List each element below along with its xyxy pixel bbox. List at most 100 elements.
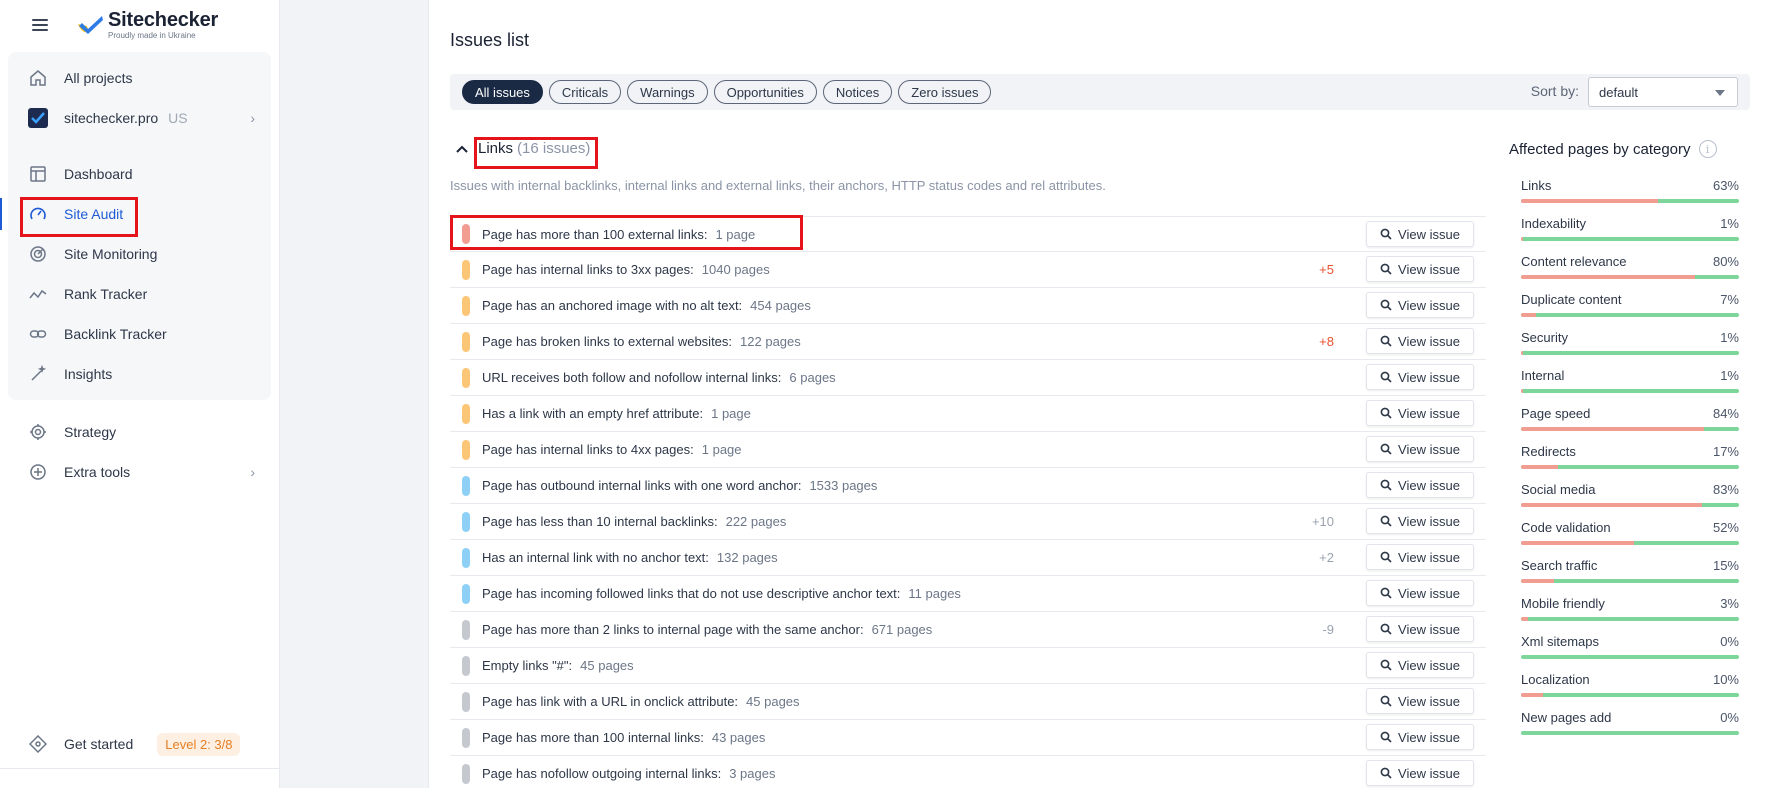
affected-progress-fill [1521, 693, 1543, 697]
affected-category-item[interactable]: Page speed 84% [1521, 406, 1739, 444]
issue-page-count[interactable]: 3 pages [729, 766, 775, 781]
filter-all-issues[interactable]: All issues [462, 80, 543, 104]
view-issue-button[interactable]: View issue [1366, 328, 1474, 354]
issue-page-count[interactable]: 454 pages [750, 298, 811, 313]
affected-category-item[interactable]: Duplicate content 7% [1521, 292, 1739, 330]
issue-row[interactable]: Page has an anchored image with no alt t… [450, 288, 1486, 324]
issue-row[interactable]: Page has internal links to 3xx pages: 104… [450, 252, 1486, 288]
issue-row[interactable]: Page has outbound internal links with on… [450, 468, 1486, 504]
affected-category-item[interactable]: Indexability 1% [1521, 216, 1739, 254]
sidebar-item-site-monitoring[interactable]: Site Monitoring [8, 234, 271, 274]
sidebar-item-label: Dashboard [64, 166, 133, 182]
filter-opportunities[interactable]: Opportunities [713, 80, 817, 104]
issue-row[interactable]: Has an internal link with no anchor text… [450, 540, 1486, 576]
affected-progress-bar [1521, 389, 1739, 393]
get-started-button[interactable]: Get started Level 2: 3/8 [8, 724, 272, 764]
view-issue-button[interactable]: View issue [1366, 472, 1474, 498]
view-issue-label: View issue [1398, 297, 1460, 313]
site-favicon-icon [28, 108, 48, 128]
sidebar-item-extra-tools[interactable]: Extra tools › [8, 452, 271, 492]
affected-category-item[interactable]: Code validation 52% [1521, 520, 1739, 558]
affected-category-item[interactable]: Localization 10% [1521, 672, 1739, 710]
view-issue-button[interactable]: View issue [1366, 616, 1474, 642]
view-issue-button[interactable]: View issue [1366, 688, 1474, 714]
view-issue-button[interactable]: View issue [1366, 508, 1474, 534]
affected-category-item[interactable]: Security 1% [1521, 330, 1739, 368]
sidebar-item-backlink-tracker[interactable]: Backlink Tracker [8, 314, 271, 354]
issue-row[interactable]: Page has internal links to 4xx pages: 1 p… [450, 432, 1486, 468]
sidebar-item-all-projects[interactable]: All projects [8, 58, 271, 98]
filter-warnings[interactable]: Warnings [627, 80, 708, 104]
issue-page-count[interactable]: 45 pages [580, 658, 634, 673]
view-issue-button[interactable]: View issue [1366, 580, 1474, 606]
filter-zero-issues[interactable]: Zero issues [898, 80, 992, 104]
issue-row[interactable]: Page has broken links to external websit… [450, 324, 1486, 360]
sidebar-item-site-audit[interactable]: Site Audit [0, 194, 271, 234]
affected-category-percent: 3% [1720, 596, 1739, 611]
sidebar-item-rank-tracker[interactable]: Rank Tracker [8, 274, 271, 314]
affected-category-item[interactable]: Mobile friendly 3% [1521, 596, 1739, 634]
issue-page-count[interactable]: 1533 pages [809, 478, 877, 493]
filter-notices[interactable]: Notices [822, 80, 893, 104]
view-issue-button[interactable]: View issue [1366, 292, 1474, 318]
filter-bar: All issues Criticals Warnings Opportunit… [450, 74, 1750, 110]
affected-category-item[interactable]: Social media 83% [1521, 482, 1739, 520]
issue-page-count[interactable]: 1 page [702, 442, 742, 457]
affected-category-item[interactable]: Internal 1% [1521, 368, 1739, 406]
issue-page-count[interactable]: 671 pages [872, 622, 933, 637]
affected-category-item[interactable]: Search traffic 15% [1521, 558, 1739, 596]
issue-page-count[interactable]: 11 pages [908, 586, 961, 601]
sidebar-item-insights[interactable]: Insights [8, 354, 271, 394]
view-issue-button[interactable]: View issue [1366, 724, 1474, 750]
sidebar-item-project-site[interactable]: sitechecker.pro US › [8, 98, 271, 138]
issue-row[interactable]: Page has more than 100 external links: 1 … [450, 216, 1486, 252]
issue-page-count[interactable]: 1 page [715, 227, 755, 242]
issue-row[interactable]: Page has link with a URL in onclick attr… [450, 684, 1486, 720]
affected-progress-fill [1521, 503, 1702, 507]
issue-page-count[interactable]: 6 pages [789, 370, 835, 385]
affected-category-item[interactable]: Redirects 17% [1521, 444, 1739, 482]
view-issue-button[interactable]: View issue [1366, 221, 1474, 247]
affected-category-item[interactable]: Links 63% [1521, 178, 1739, 216]
issue-page-count[interactable]: 132 pages [717, 550, 778, 565]
sidebar-item-dashboard[interactable]: Dashboard [8, 154, 271, 194]
issue-row[interactable]: Empty links "#": 45 pages View issue [450, 648, 1486, 684]
issue-page-count[interactable]: 1 page [711, 406, 751, 421]
issue-page-count[interactable]: 122 pages [740, 334, 801, 349]
sort-select[interactable]: default [1588, 77, 1738, 107]
sidebar-item-strategy[interactable]: Strategy [8, 412, 271, 452]
issue-row[interactable]: Page has less than 10 internal backlinks… [450, 504, 1486, 540]
category-header[interactable]: Links (16 issues) [456, 140, 590, 157]
info-icon[interactable]: i [1698, 140, 1717, 158]
affected-category-name: Links [1521, 178, 1552, 193]
view-issue-label: View issue [1398, 369, 1460, 385]
issue-page-count[interactable]: 1040 pages [702, 262, 770, 277]
view-issue-label: View issue [1398, 477, 1460, 493]
affected-category-item[interactable]: New pages add 0% [1521, 710, 1739, 748]
view-issue-button[interactable]: View issue [1366, 400, 1474, 426]
issue-row[interactable]: Page has more than 2 links to internal p… [450, 612, 1486, 648]
view-issue-button[interactable]: View issue [1366, 436, 1474, 462]
issue-page-count[interactable]: 222 pages [726, 514, 787, 529]
affected-category-percent: 7% [1720, 292, 1739, 307]
view-issue-button[interactable]: View issue [1366, 652, 1474, 678]
link-icon [28, 324, 48, 344]
view-issue-button[interactable]: View issue [1366, 256, 1474, 282]
issue-page-count[interactable]: 45 pages [746, 694, 800, 709]
filter-criticals[interactable]: Criticals [548, 80, 622, 104]
view-issue-button[interactable]: View issue [1366, 364, 1474, 390]
issues-list: Page has more than 100 external links: 1 … [450, 216, 1486, 788]
logo[interactable]: Sitechecker Proudly made in Ukraine [76, 10, 218, 40]
view-issue-button[interactable]: View issue [1366, 544, 1474, 570]
issue-row[interactable]: URL receives both follow and nofollow in… [450, 360, 1486, 396]
issue-row[interactable]: Has a link with an empty href attribute:… [450, 396, 1486, 432]
affected-category-item[interactable]: Xml sitemaps 0% [1521, 634, 1739, 672]
issue-row[interactable]: Page has incoming followed links that do… [450, 576, 1486, 612]
issue-row[interactable]: Page has more than 100 internal links: 43… [450, 720, 1486, 756]
issue-row[interactable]: Page has nofollow outgoing internal link… [450, 756, 1486, 788]
view-issue-button[interactable]: View issue [1366, 760, 1474, 786]
issue-page-count[interactable]: 43 pages [712, 730, 766, 745]
affected-category-item[interactable]: Content relevance 80% [1521, 254, 1739, 292]
chevron-up-icon[interactable] [456, 141, 470, 156]
hamburger-menu-icon[interactable] [32, 19, 48, 31]
